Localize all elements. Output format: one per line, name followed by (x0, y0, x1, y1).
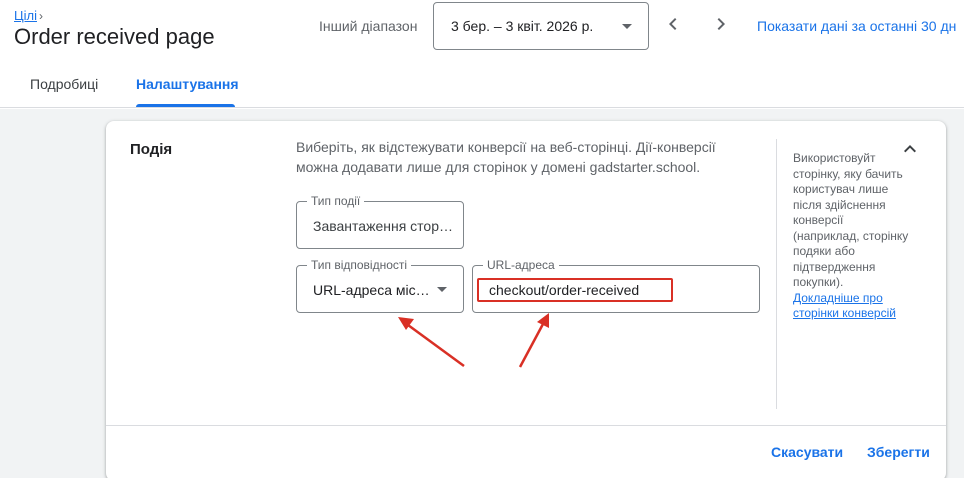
chevron-right-icon: › (38, 8, 43, 23)
collapse-button[interactable] (898, 137, 922, 161)
page-title: Order received page (14, 24, 215, 49)
date-range-value: 3 бер. – 3 квіт. 2026 р. (451, 18, 594, 34)
date-range-select[interactable]: 3 бер. – 3 квіт. 2026 р. (433, 2, 649, 50)
match-type-label: Тип відповідності (307, 258, 412, 272)
chevron-up-icon (904, 145, 916, 153)
learn-more-link[interactable]: Докладніше про сторінки конверсій (793, 291, 913, 322)
help-panel: Використовуйт сторінку, яку бачить корис… (793, 151, 913, 322)
event-type-field: Тип події Завантаження стор… (296, 194, 464, 249)
tab-settings[interactable]: Налаштування (136, 76, 239, 92)
save-button[interactable]: Зберегти (867, 444, 930, 460)
next-range-button[interactable] (709, 12, 733, 36)
match-type-value: URL-адреса міс… (313, 282, 430, 298)
vertical-divider (776, 139, 777, 409)
event-type-label: Тип події (307, 194, 365, 208)
event-type-value: Завантаження стор… (313, 218, 453, 234)
tab-details[interactable]: Подробиці (30, 76, 98, 92)
breadcrumb-link-goals[interactable]: Цілі (14, 8, 37, 23)
range-label: Інший діапазон (319, 18, 418, 34)
url-input[interactable] (477, 278, 673, 302)
chevron-left-icon (669, 18, 677, 30)
chevron-right-icon (717, 18, 725, 30)
event-settings-card: Подія Виберіть, як відстежувати конверсі… (106, 121, 946, 478)
top-bar: Цілі › Order received page Інший діапазо… (0, 0, 964, 108)
caret-down-icon (622, 24, 632, 29)
section-label: Подія (130, 141, 173, 158)
show-last-30-days-link[interactable]: Показати дані за останні 30 дн (757, 18, 956, 34)
cancel-button[interactable]: Скасувати (771, 444, 843, 460)
help-text: Використовуйт сторінку, яку бачить корис… (793, 151, 909, 289)
breadcrumb: Цілі › (14, 8, 43, 23)
horizontal-divider (106, 425, 946, 426)
section-description: Виберіть, як відстежувати конверсії на в… (296, 139, 716, 175)
url-label: URL-адреса (483, 258, 559, 272)
caret-down-icon (437, 287, 447, 292)
active-tab-indicator (136, 104, 235, 107)
previous-range-button[interactable] (661, 12, 685, 36)
url-field: URL-адреса (472, 258, 760, 313)
match-type-select[interactable]: Тип відповідності URL-адреса міс… (296, 258, 464, 313)
